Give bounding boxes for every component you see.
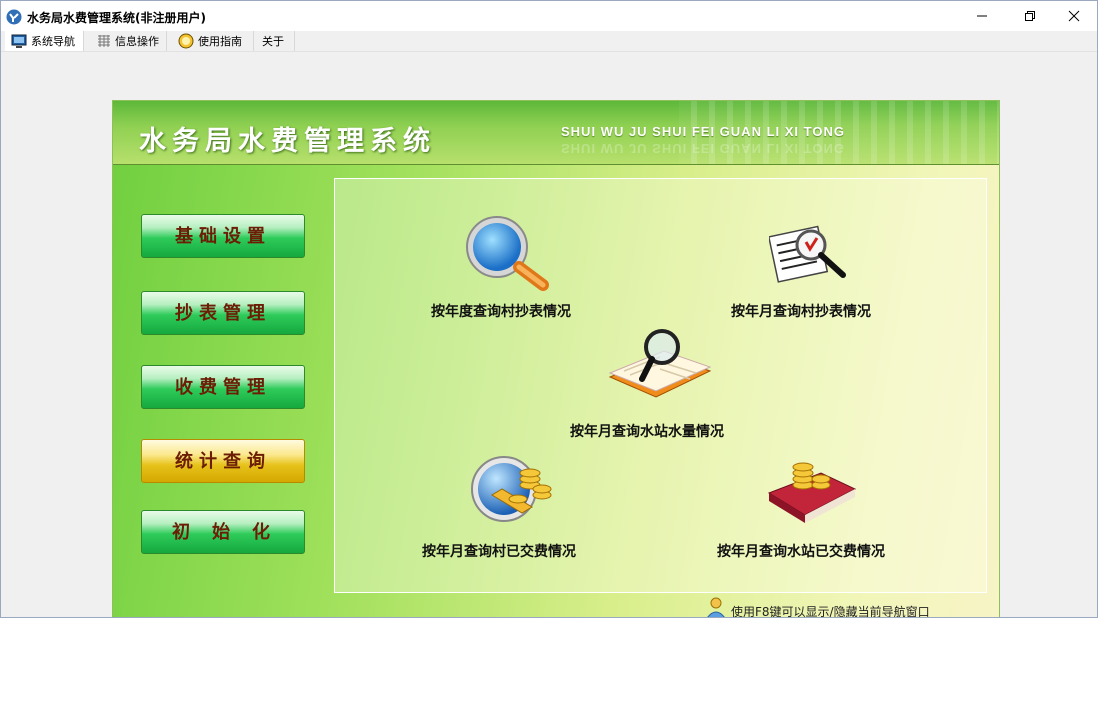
query-label: 按年月查询水站水量情况 bbox=[570, 424, 724, 440]
tab-label: 关于 bbox=[262, 35, 284, 48]
nav-meter-reading-button[interactable]: 抄表管理 bbox=[141, 291, 305, 335]
nav-initialize-button[interactable]: 初始化 bbox=[141, 510, 305, 554]
footer-tip: 使用F8键可以显示/隐藏当前导航窗口 bbox=[731, 605, 930, 618]
panel-header: 水务局水费管理系统 SHUI WU JU SHUI FEI GUAN LI XI… bbox=[113, 101, 999, 165]
app-logo-icon bbox=[6, 9, 22, 25]
grid-icon bbox=[98, 35, 110, 47]
tab-info-operations[interactable]: 信息操作 bbox=[84, 31, 167, 51]
book-search-icon bbox=[608, 329, 712, 398]
restore-icon bbox=[1025, 11, 1035, 21]
window-title: 水务局水费管理系统(非注册用户) bbox=[27, 11, 206, 25]
query-label: 按年月查询村抄表情况 bbox=[731, 304, 871, 320]
monitor-icon bbox=[11, 34, 27, 48]
minimize-icon bbox=[977, 15, 987, 17]
tab-system-navigation[interactable]: 系统导航 bbox=[5, 31, 84, 51]
system-subtitle-reflection: SHUI WU JU SHUI FEI GUAN LI XI TONG bbox=[561, 141, 845, 156]
nav-fee-management-button[interactable]: 收费管理 bbox=[141, 365, 305, 409]
main-panel: 水务局水费管理系统 SHUI WU JU SHUI FEI GUAN LI XI… bbox=[112, 100, 1000, 618]
tab-label: 系统导航 bbox=[31, 35, 75, 48]
nav-statistics-query-button[interactable]: 统计查询 bbox=[141, 439, 305, 483]
query-village-reading-by-month[interactable]: 按年月查询村抄表情况 bbox=[725, 215, 905, 325]
restore-button[interactable] bbox=[1007, 1, 1053, 31]
query-village-reading-by-year[interactable]: 按年度查询村抄表情况 bbox=[425, 215, 605, 325]
minimize-button[interactable] bbox=[959, 1, 1005, 31]
book-coins-icon bbox=[767, 462, 857, 523]
system-subtitle: SHUI WU JU SHUI FEI GUAN LI XI TONG bbox=[561, 124, 845, 139]
globe-coins-icon bbox=[471, 456, 552, 522]
app-window: 水务局水费管理系统(非注册用户) 系统导航 信息操作 使用指南 关于 水务局水费… bbox=[0, 0, 1098, 618]
close-button[interactable] bbox=[1051, 1, 1097, 31]
document-search-icon bbox=[769, 225, 846, 283]
tab-label: 信息操作 bbox=[115, 35, 159, 48]
query-label: 按年月查询水站已交费情况 bbox=[717, 544, 885, 560]
nav-basic-settings-button[interactable]: 基础设置 bbox=[141, 214, 305, 258]
menu-bar: 系统导航 信息操作 使用指南 关于 bbox=[1, 31, 1097, 52]
guide-icon bbox=[178, 33, 194, 49]
query-village-paid-by-month[interactable]: 按年月查询村已交费情况 bbox=[420, 453, 610, 563]
query-label: 按年度查询村抄表情况 bbox=[431, 304, 571, 320]
tab-label: 使用指南 bbox=[198, 35, 242, 48]
title-bar[interactable]: 水务局水费管理系统(非注册用户) bbox=[1, 1, 1097, 31]
close-icon bbox=[1068, 10, 1080, 22]
user-icon bbox=[707, 597, 725, 617]
tab-user-guide[interactable]: 使用指南 bbox=[167, 31, 254, 51]
tab-about[interactable]: 关于 bbox=[254, 31, 295, 51]
query-label: 按年月查询村已交费情况 bbox=[422, 544, 576, 560]
system-title: 水务局水费管理系统 bbox=[139, 126, 436, 157]
query-content-area: 按年度查询村抄表情况 按年月查询村抄表情况 按年月查询水站水量情况 按年月查询村… bbox=[334, 178, 987, 593]
query-station-volume-by-month[interactable]: 按年月查询水站水量情况 bbox=[570, 327, 760, 442]
query-station-paid-by-month[interactable]: 按年月查询水站已交费情况 bbox=[715, 453, 915, 563]
magnifier-icon bbox=[466, 216, 549, 291]
